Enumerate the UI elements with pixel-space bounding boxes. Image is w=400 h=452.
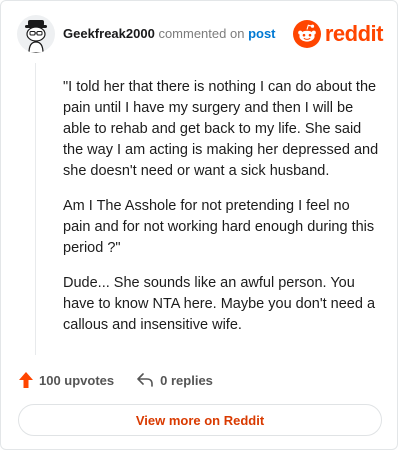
thread-line <box>35 63 36 355</box>
snoo-avatar-icon <box>17 15 55 53</box>
upvotes-stat[interactable]: 100 upvotes <box>19 372 114 388</box>
replies-stat[interactable]: 0 replies <box>136 372 213 388</box>
reddit-logo-icon <box>292 20 321 48</box>
comment-byline: Geekfreak2000 commented on post <box>63 26 276 42</box>
view-more-button[interactable]: View more on Reddit <box>18 404 382 436</box>
comment-body: "I told her that there is nothing I can … <box>63 77 379 350</box>
user-avatar[interactable] <box>17 15 55 53</box>
comment-header: Geekfreak2000 commented on post reddit <box>1 1 397 67</box>
comment-footer: 100 upvotes 0 replies <box>19 370 213 390</box>
commented-on-text: commented on <box>158 26 245 41</box>
reddit-brand[interactable]: reddit <box>292 20 384 48</box>
comment-paragraph: "I told her that there is nothing I can … <box>63 79 379 179</box>
replies-count: 0 replies <box>160 372 213 388</box>
comment-paragraph: Am I The Asshole for not pretending I fe… <box>63 198 375 256</box>
post-link[interactable]: post <box>248 26 275 41</box>
comment-embed-card: Geekfreak2000 commented on post reddit "… <box>0 0 398 450</box>
brand-wordmark: reddit <box>324 21 384 46</box>
upvote-arrow-icon <box>19 372 33 388</box>
reply-arrow-icon <box>137 373 153 387</box>
username-link[interactable]: Geekfreak2000 <box>63 26 155 41</box>
comment-paragraph: Dude... She sounds like an awful person.… <box>63 275 376 333</box>
upvotes-count: 100 upvotes <box>39 372 115 388</box>
